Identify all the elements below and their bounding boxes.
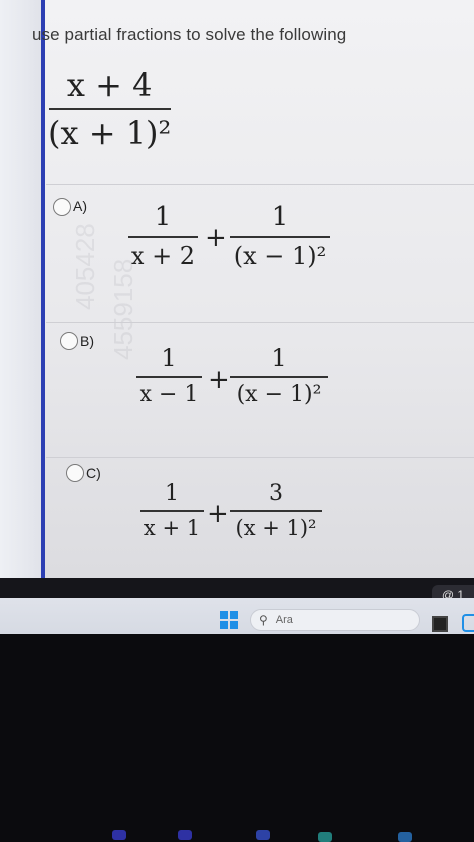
option-c-radio[interactable] xyxy=(66,464,84,482)
fraction-bar xyxy=(128,236,198,238)
option-a-radio[interactable] xyxy=(53,198,71,216)
option-a-term2-denominator: (x − 1)² xyxy=(233,242,327,270)
keyboard-light xyxy=(112,830,126,840)
fraction-bar xyxy=(230,376,328,378)
option-b-radio[interactable] xyxy=(60,332,78,350)
option-a-term1: 1 x + 2 xyxy=(128,202,198,270)
option-divider xyxy=(46,184,474,185)
option-a-term1-denominator: x + 2 xyxy=(130,242,196,270)
option-divider xyxy=(46,457,474,458)
option-a-term2: 1 (x − 1)² xyxy=(230,202,330,270)
keyboard-light xyxy=(256,830,270,840)
option-c-label: C) xyxy=(86,465,101,481)
option-b-term1: 1 x − 1 xyxy=(136,344,202,407)
expression-numerator: x + 4 xyxy=(66,66,153,104)
option-c-term1-numerator: 1 xyxy=(165,481,179,506)
expression-denominator: (x + 1)² xyxy=(48,114,172,152)
fraction-bar xyxy=(230,510,322,512)
option-b-plus: + xyxy=(208,365,230,395)
question-accent-bar xyxy=(41,0,45,578)
option-c-term1-denominator: x + 1 xyxy=(143,516,201,540)
option-a-term2-numerator: 1 xyxy=(271,202,289,232)
option-a-term1-numerator: 1 xyxy=(154,202,172,232)
app-icon[interactable] xyxy=(432,616,448,632)
question-prompt: use partial fractions to solve the follo… xyxy=(32,25,347,44)
option-c-plus: + xyxy=(207,499,229,529)
option-a-plus: + xyxy=(205,223,227,253)
option-c-term1: 1 x + 1 xyxy=(140,481,204,540)
fraction-bar xyxy=(136,376,202,378)
search-placeholder: Ara xyxy=(275,614,293,626)
laptop-keyboard-area xyxy=(0,634,474,842)
watermark-1: 405428 xyxy=(70,223,100,310)
option-b-term1-denominator: x − 1 xyxy=(139,382,199,407)
watermark-2: 4559158 xyxy=(108,258,138,360)
fraction-bar xyxy=(230,236,330,238)
option-b-term2: 1 (x − 1)² xyxy=(230,344,328,407)
fraction-bar xyxy=(48,108,171,110)
option-b-term1-numerator: 1 xyxy=(161,344,177,372)
edge-icon[interactable] xyxy=(462,614,474,632)
option-divider xyxy=(46,322,474,323)
keyboard-light xyxy=(318,832,332,842)
keyboard-light xyxy=(178,830,192,840)
option-c-term2: 3 (x + 1)² xyxy=(230,481,322,540)
option-b-term2-denominator: (x − 1)² xyxy=(236,382,322,407)
taskbar-search[interactable]: ⚲ Ara xyxy=(250,609,420,631)
search-icon: ⚲ xyxy=(259,613,268,627)
option-a-label: A) xyxy=(73,198,87,214)
left-panel xyxy=(0,0,44,578)
question-expression: x + 4 (x + 1)² xyxy=(48,66,171,152)
screen-bezel xyxy=(0,578,474,598)
windows-start-icon[interactable] xyxy=(220,611,238,629)
keyboard-light xyxy=(398,832,412,842)
fraction-bar xyxy=(140,510,204,512)
option-b-label: B) xyxy=(80,333,94,349)
option-c-term2-numerator: 3 xyxy=(269,481,283,506)
option-c-term2-denominator: (x + 1)² xyxy=(235,516,317,540)
option-b-term2-numerator: 1 xyxy=(271,344,287,372)
